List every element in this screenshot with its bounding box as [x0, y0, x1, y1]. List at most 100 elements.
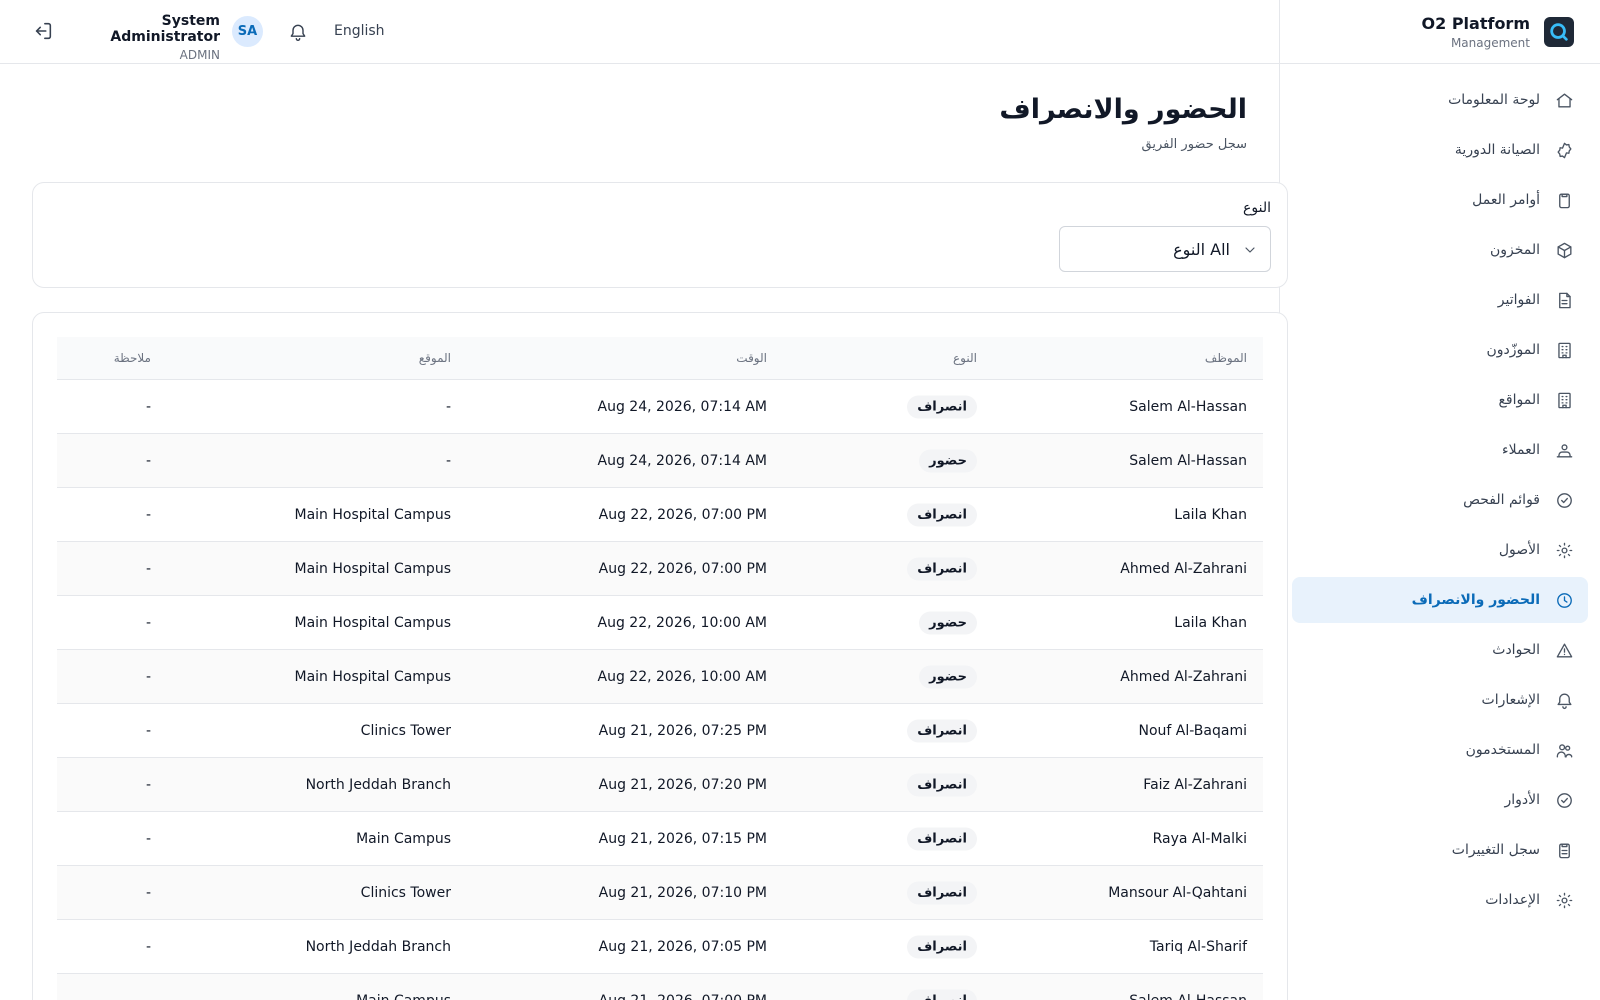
cell-time: Aug 22, 2026, 10:00 AM [597, 614, 767, 631]
avatar[interactable]: SA [232, 16, 263, 47]
page-subtitle: سجل حضور الفريق [1141, 137, 1247, 152]
sidebar-item-6[interactable]: المواقع [1292, 377, 1588, 423]
page-title: الحضور والانصراف [999, 94, 1247, 125]
table-row[interactable]: Laila Khan انصراف Aug 22, 2026, 07:00 PM Ma… [57, 488, 1263, 542]
sidebar-item-13[interactable]: المستخدمون [1292, 727, 1588, 773]
cell-note: - [145, 614, 151, 631]
notifications-bell-icon[interactable] [288, 22, 310, 44]
table-row[interactable]: Faiz Al-Zahrani انصراف Aug 21, 2026, 07:20… [57, 758, 1263, 812]
sidebar-item-16[interactable]: الإعدادات [1292, 877, 1588, 923]
user-name: System Administrator [110, 13, 220, 45]
sidebar-item-label: الإشعارات [1481, 692, 1540, 708]
type-filter-select[interactable]: All النوع [1059, 226, 1271, 272]
home-icon [1554, 90, 1574, 110]
cell-employee: Ahmed Al-Zahrani [1120, 668, 1247, 685]
cell-employee: Tariq Al-Sharif [1149, 938, 1247, 955]
filter-card: النوع All النوع [32, 182, 1288, 288]
cell-time: Aug 21, 2026, 07:20 PM [598, 776, 767, 793]
cell-employee: Nouf Al-Baqami [1138, 722, 1248, 739]
column-header-employee[interactable]: الموظف [1205, 351, 1247, 365]
cell-location: North Jeddah Branch [305, 938, 451, 955]
sidebar-item-12[interactable]: الإشعارات [1292, 677, 1588, 723]
sidebar-item-label: الأصول [1498, 542, 1540, 558]
cell-type-badge: حضور [919, 449, 977, 472]
cell-employee: Ahmed Al-Zahrani [1120, 560, 1247, 577]
invoice-icon [1554, 290, 1574, 310]
sidebar-item-5[interactable]: الموزّدون [1292, 327, 1588, 373]
table-row[interactable]: Salem Al-Hassan انصراف Aug 24, 2026, 07:14… [57, 380, 1263, 434]
building-icon [1554, 390, 1574, 410]
sidebar-item-label: المواقع [1498, 392, 1540, 408]
cell-note: - [145, 398, 151, 415]
clients-icon [1554, 440, 1574, 460]
cell-time: Aug 21, 2026, 07:25 PM [598, 722, 767, 739]
table-body: Salem Al-Hassan انصراف Aug 24, 2026, 07:14… [57, 380, 1263, 1000]
language-switch[interactable]: English [334, 23, 385, 39]
sidebar-item-9[interactable]: الأصول [1292, 527, 1588, 573]
building-icon [1554, 340, 1574, 360]
sidebar-item-11[interactable]: الحوادث [1292, 627, 1588, 673]
table-row[interactable]: Mansour Al-Qahtani انصراف Aug 21, 2026, 07… [57, 866, 1263, 920]
logout-icon[interactable] [32, 20, 54, 42]
brand-subtitle: Management [1450, 35, 1530, 50]
column-header-type[interactable]: النوع [953, 351, 977, 365]
sidebar-item-3[interactable]: المخزون [1292, 227, 1588, 273]
cell-note: - [145, 830, 151, 847]
table-row[interactable]: Raya Al-Malki انصراف Aug 21, 2026, 07:15 P… [57, 812, 1263, 866]
sidebar-item-7[interactable]: العملاء [1292, 427, 1588, 473]
sidebar-item-14[interactable]: الأدوار [1292, 777, 1588, 823]
table-row[interactable]: Ahmed Al-Zahrani انصراف Aug 22, 2026, 07:0… [57, 542, 1263, 596]
cell-employee: Faiz Al-Zahrani [1143, 776, 1247, 793]
cell-location: - [445, 452, 451, 469]
cell-type-badge: انصراف [907, 935, 977, 958]
type-filter-value: All النوع [1173, 240, 1230, 259]
cell-time: Aug 21, 2026, 07:10 PM [598, 884, 767, 901]
sidebar-item-4[interactable]: الفواتير [1292, 277, 1588, 323]
cell-time: Aug 24, 2026, 07:14 AM [597, 452, 767, 469]
table-row[interactable]: Nouf Al-Baqami انصراف Aug 21, 2026, 07:25 … [57, 704, 1263, 758]
type-filter-label: النوع [1243, 200, 1271, 216]
cell-employee: Salem Al-Hassan [1129, 993, 1247, 1000]
table-row[interactable]: Laila Khan حضور Aug 22, 2026, 10:00 AM Main… [57, 596, 1263, 650]
main-content: الحضور والانصراف سجل حضور الفريق النوع A… [0, 64, 1288, 1000]
sidebar-item-label: المخزون [1489, 242, 1540, 258]
column-header-note[interactable]: ملاحظة [114, 351, 151, 365]
cell-location: Main Hospital Campus [294, 614, 452, 631]
cell-location: Clinics Tower [360, 722, 451, 739]
cell-note: - [145, 722, 151, 739]
table-row[interactable]: Tariq Al-Sharif انصراف Aug 21, 2026, 07:05… [57, 920, 1263, 974]
sidebar-item-1[interactable]: الصيانة الدورية [1292, 127, 1588, 173]
cell-time: Aug 22, 2026, 07:00 PM [598, 506, 767, 523]
cell-location: Main Hospital Campus [294, 668, 452, 685]
sidebar-item-8[interactable]: قوائم الفحص [1292, 477, 1588, 523]
user-info: System Administrator ADMIN [80, 13, 220, 62]
sidebar-item-label: العملاء [1502, 442, 1540, 458]
cell-type-badge: انصراف [907, 827, 977, 850]
table-header-row: الموظف النوع الوقت الموقع ملاحظة [57, 337, 1263, 380]
sidebar-item-2[interactable]: أوامر العمل [1292, 177, 1588, 223]
brand: O2 Platform Management [1280, 0, 1600, 64]
cell-time: Aug 22, 2026, 07:00 PM [598, 560, 767, 577]
cell-type-badge: انصراف [907, 773, 977, 796]
chevron-down-icon [1242, 242, 1258, 258]
warning-icon [1554, 640, 1574, 660]
column-header-location[interactable]: الموقع [419, 351, 451, 365]
sidebar-item-label: الإعدادات [1485, 892, 1540, 908]
column-header-time[interactable]: الوقت [736, 351, 767, 365]
cell-employee: Salem Al-Hassan [1129, 398, 1247, 415]
sidebar-item-0[interactable]: لوحة المعلومات [1292, 77, 1588, 123]
table-row[interactable]: Salem Al-Hassan حضور Aug 24, 2026, 07:14 A… [57, 434, 1263, 488]
cell-note: - [145, 938, 151, 955]
table-row[interactable]: Ahmed Al-Zahrani حضور Aug 22, 2026, 10:00 … [57, 650, 1263, 704]
sidebar-nav: لوحة المعلومات الصيانة الدورية أوامر العمل… [1280, 64, 1600, 923]
sidebar-item-15[interactable]: سجل التغييرات [1292, 827, 1588, 873]
cell-employee: Mansour Al-Qahtani [1108, 884, 1247, 901]
sidebar-item-label: سجل التغييرات [1451, 842, 1540, 858]
cell-type-badge: انصراف [907, 395, 977, 418]
table-row[interactable]: Salem Al-Hassan انصراف Aug 21, 2026, 07:00… [57, 974, 1263, 1000]
sidebar-item-label: الصيانة الدورية [1454, 142, 1540, 158]
cell-note: - [145, 452, 151, 469]
sidebar-item-10[interactable]: الحضور والانصراف [1292, 577, 1588, 623]
brand-logo-icon [1544, 16, 1574, 47]
cell-type-badge: انصراف [907, 881, 977, 904]
